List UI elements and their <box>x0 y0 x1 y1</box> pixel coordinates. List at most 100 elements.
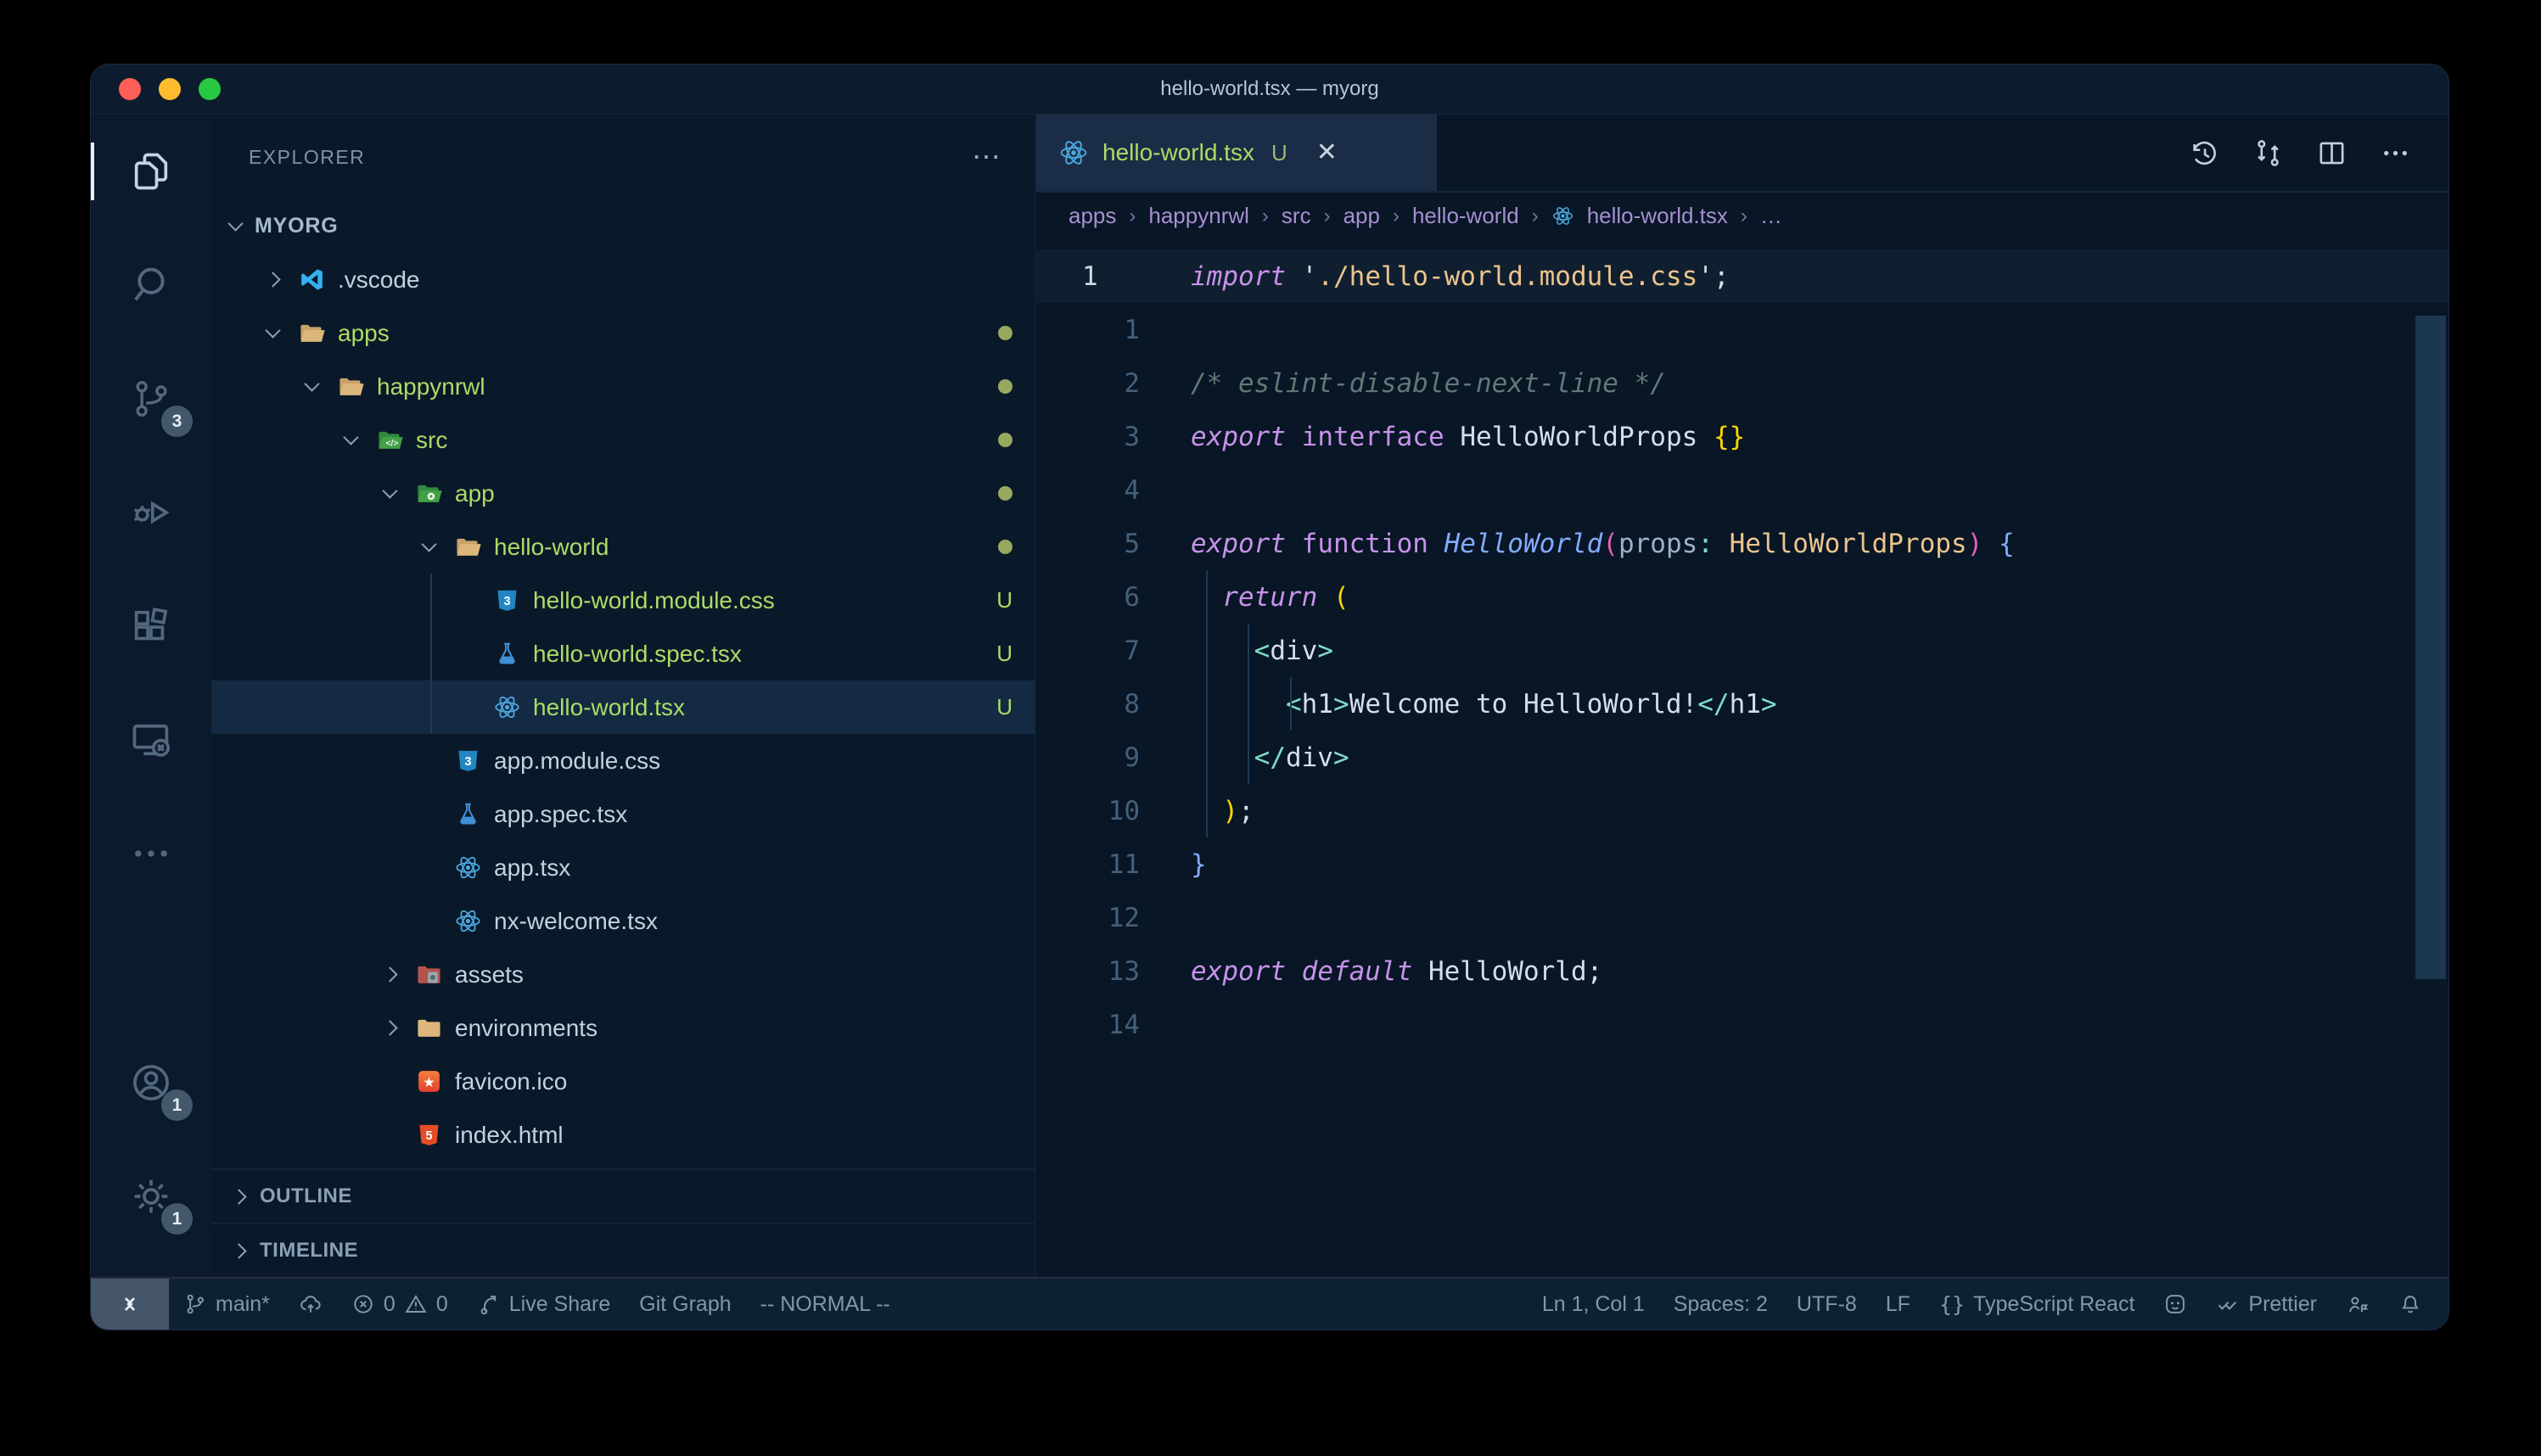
double-check-icon <box>2216 1292 2240 1316</box>
code-line[interactable]: 2/* eslint-disable-next-line */ <box>1036 356 2448 410</box>
status-live-share[interactable]: Live Share <box>463 1279 625 1330</box>
status-count: 0 <box>436 1292 448 1317</box>
status-feedback[interactable] <box>2331 1279 2384 1330</box>
tree-item-hello-world-tsx[interactable]: hello-world.tsxU <box>211 680 1035 734</box>
status-indentation[interactable]: Spaces: 2 <box>1659 1279 1782 1330</box>
tree-item-label: environments <box>455 1015 597 1042</box>
status-git-branch[interactable]: main* <box>169 1279 284 1330</box>
feedback-icon <box>2346 1292 2370 1316</box>
tree-item-src[interactable]: </>src <box>211 413 1035 467</box>
action-open-timeline-history-icon[interactable] <box>2189 137 2220 169</box>
status-git-graph[interactable]: Git Graph <box>625 1279 745 1330</box>
tree-item-app-tsx[interactable]: app.tsx <box>211 841 1035 894</box>
line-number: 14 <box>1036 1010 1147 1040</box>
svg-text:3: 3 <box>464 755 471 769</box>
status-eol[interactable]: LF <box>1871 1279 1925 1330</box>
code-line[interactable]: 10 ); <box>1036 784 2448 837</box>
tree-item-favicon-ico[interactable]: ★favicon.ico <box>211 1055 1035 1108</box>
tab-hello-world-tsx[interactable]: hello-world.tsx U ✕ <box>1036 115 1437 191</box>
tree-item-nx-welcome-tsx[interactable]: nx-welcome.tsx <box>211 894 1035 948</box>
close-tab-icon[interactable]: ✕ <box>1316 140 1338 165</box>
tree-item-environments[interactable]: environments <box>211 1001 1035 1055</box>
status-encoding[interactable]: UTF-8 <box>1782 1279 1871 1330</box>
code-line[interactable]: 1 <box>1036 303 2448 356</box>
status-github[interactable] <box>2149 1279 2202 1330</box>
react-icon <box>493 693 521 721</box>
activity-item-more-views[interactable] <box>91 797 211 910</box>
favicon-icon: ★ <box>415 1067 443 1095</box>
status-notifications[interactable] <box>2384 1279 2437 1330</box>
breadcrumb-item-hello-world[interactable]: hello-world <box>1412 203 1519 229</box>
breadcrumb-item-apps[interactable]: apps <box>1069 203 1116 229</box>
breadcrumb-item--[interactable]: … <box>1760 203 1782 229</box>
tree-item-apps[interactable]: apps <box>211 306 1035 360</box>
bell-icon <box>2398 1292 2422 1316</box>
breadcrumb-item-hello-world-tsx[interactable]: hello-world.tsx <box>1587 203 1728 229</box>
status-language-mode[interactable]: {}TypeScript React <box>1925 1279 2149 1330</box>
tree-item-index-html[interactable]: 5index.html <box>211 1108 1035 1162</box>
tree-item-happynrwl[interactable]: happynrwl <box>211 360 1035 413</box>
badge-accounts: 1 <box>161 1089 193 1121</box>
status-problems[interactable]: 00 <box>337 1279 463 1330</box>
section-outline[interactable]: OUTLINE <box>211 1168 1035 1223</box>
line-number: 9 <box>1036 742 1147 773</box>
code-line[interactable]: 14 <box>1036 998 2448 1051</box>
action-more-actions-ellipsis-icon[interactable] <box>2380 137 2411 169</box>
code-line[interactable]: 1import './hello-world.module.css'; <box>1036 249 2448 303</box>
code-line[interactable]: 11} <box>1036 837 2448 891</box>
tree-item--vscode[interactable]: .vscode <box>211 253 1035 306</box>
activity-item-remote-explorer[interactable] <box>91 683 211 797</box>
tree-item-app-module-css[interactable]: 3app.module.css <box>211 734 1035 787</box>
tree-item-hello-world-module-css[interactable]: 3hello-world.module.cssU <box>211 574 1035 627</box>
status-prettier[interactable]: Prettier <box>2202 1279 2331 1330</box>
action-split-editor-split-icon[interactable] <box>2316 137 2347 169</box>
folder-open-tan-icon <box>454 533 482 561</box>
section-timeline[interactable]: TIMELINE <box>211 1223 1035 1277</box>
vscode-icon <box>298 266 326 294</box>
activity-item-extensions[interactable] <box>91 569 211 683</box>
breadcrumb: apps›happynrwl›src›app›hello-world›hello… <box>1036 193 2448 239</box>
chevron-right-icon <box>384 1022 415 1033</box>
code-line[interactable]: 4 <box>1036 463 2448 517</box>
chevron-down-icon <box>345 437 376 443</box>
status-bar: main* 00Live ShareGit Graph-- NORMAL -- L… <box>91 1277 2448 1330</box>
tree-item-hello-world[interactable]: hello-world <box>211 520 1035 574</box>
breadcrumb-item-happynrwl[interactable]: happynrwl <box>1148 203 1249 229</box>
activity-item-source-control[interactable]: 3 <box>91 342 211 456</box>
tree-item-app[interactable]: app <box>211 467 1035 520</box>
code-line[interactable]: 5export function HelloWorld(props: Hello… <box>1036 517 2448 570</box>
activity-item-run-debug[interactable] <box>91 456 211 569</box>
activity-item-accounts[interactable]: 1 <box>91 1026 211 1140</box>
status-vim-mode[interactable]: -- NORMAL -- <box>746 1279 905 1330</box>
activity-item-search[interactable] <box>91 228 211 342</box>
activity-item-explorer[interactable] <box>91 115 211 228</box>
activity-item-manage[interactable]: 1 <box>91 1140 211 1253</box>
code-editor[interactable]: 1import './hello-world.module.css';12/* … <box>1036 239 2448 1277</box>
breadcrumb-item-src[interactable]: src <box>1282 203 1311 229</box>
tree-item-label: hello-world.spec.tsx <box>533 641 742 668</box>
code-line[interactable]: 6 return ( <box>1036 570 2448 624</box>
code-line[interactable]: 3export interface HelloWorldProps {} <box>1036 410 2448 463</box>
title-bar[interactable]: hello-world.tsx — myorg <box>91 64 2448 115</box>
action-open-changes-compare-icon[interactable] <box>2252 137 2284 169</box>
status-label: TypeScript React <box>1973 1292 2134 1317</box>
code-line[interactable]: 12 <box>1036 891 2448 944</box>
tree-item-hello-world-spec-tsx[interactable]: hello-world.spec.tsxU <box>211 627 1035 680</box>
folder-open-src-icon: </> <box>376 426 404 454</box>
tree-item-app-spec-tsx[interactable]: app.spec.tsx <box>211 787 1035 841</box>
breadcrumb-item-app[interactable]: app <box>1343 203 1380 229</box>
tree-root-myorg[interactable]: MYORG <box>211 199 1035 253</box>
code-line-text: } <box>1191 849 1207 880</box>
status-remote-indicator[interactable] <box>91 1279 169 1330</box>
css-icon: 3 <box>454 747 482 775</box>
tab-git-status: U <box>1271 140 1287 166</box>
status-cursor-position[interactable]: Ln 1, Col 1 <box>1528 1279 1659 1330</box>
status-sync[interactable] <box>284 1279 337 1330</box>
status-label: UTF-8 <box>1797 1292 1857 1317</box>
react-icon <box>454 907 482 935</box>
ellipsis-icon <box>129 832 173 876</box>
tree-item-assets[interactable]: assets <box>211 948 1035 1001</box>
badge-source-control: 3 <box>161 406 193 437</box>
code-line[interactable]: 13export default HelloWorld; <box>1036 944 2448 998</box>
git-modified-dot <box>998 540 1012 554</box>
